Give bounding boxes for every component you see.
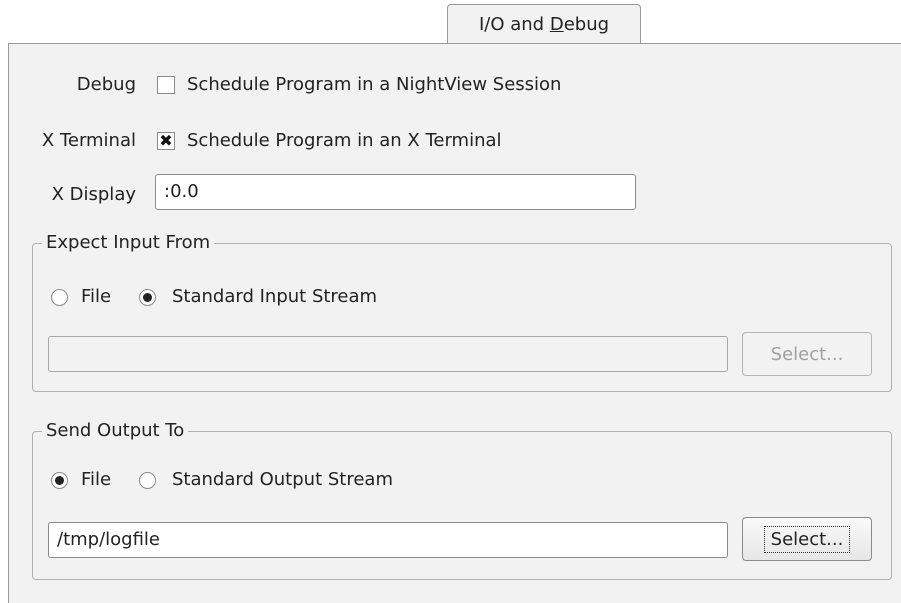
output-stdout-radio[interactable] (139, 472, 156, 489)
tab-label: I/O and Debug (478, 14, 610, 35)
tab-io-and-debug[interactable]: I/O and Debug (447, 4, 641, 44)
xterminal-checkbox[interactable]: ✖ (157, 132, 175, 150)
input-stdin-radio[interactable] (139, 289, 156, 306)
debug-checkbox-label[interactable]: Schedule Program in a NightView Session (187, 74, 561, 95)
xdisplay-input[interactable]: :0.0 (155, 174, 636, 210)
output-stdout-label[interactable]: Standard Output Stream (172, 469, 393, 490)
output-file-label[interactable]: File (81, 469, 111, 490)
send-output-legend: Send Output To (42, 420, 189, 441)
input-select-button[interactable]: Select... (742, 332, 872, 376)
xterminal-label: X Terminal (41, 130, 136, 151)
debug-checkbox[interactable] (157, 76, 175, 94)
output-file-field[interactable]: /tmp/logfile (48, 522, 728, 558)
output-select-button[interactable]: Select... (742, 517, 872, 561)
input-select-button-label: Select... (770, 343, 844, 365)
output-file-radio[interactable] (51, 472, 68, 489)
input-file-label[interactable]: File (81, 286, 111, 307)
xterminal-checkbox-label[interactable]: Schedule Program in an X Terminal (187, 130, 502, 151)
input-stdin-label[interactable]: Standard Input Stream (172, 286, 377, 307)
input-file-field[interactable] (48, 336, 728, 372)
xdisplay-label: X Display (51, 184, 136, 205)
output-select-button-label: Select... (763, 525, 851, 553)
input-file-radio[interactable] (51, 289, 68, 306)
debug-label: Debug (76, 74, 136, 95)
expect-input-legend: Expect Input From (42, 232, 215, 253)
check-mark-icon: ✖ (159, 131, 173, 150)
